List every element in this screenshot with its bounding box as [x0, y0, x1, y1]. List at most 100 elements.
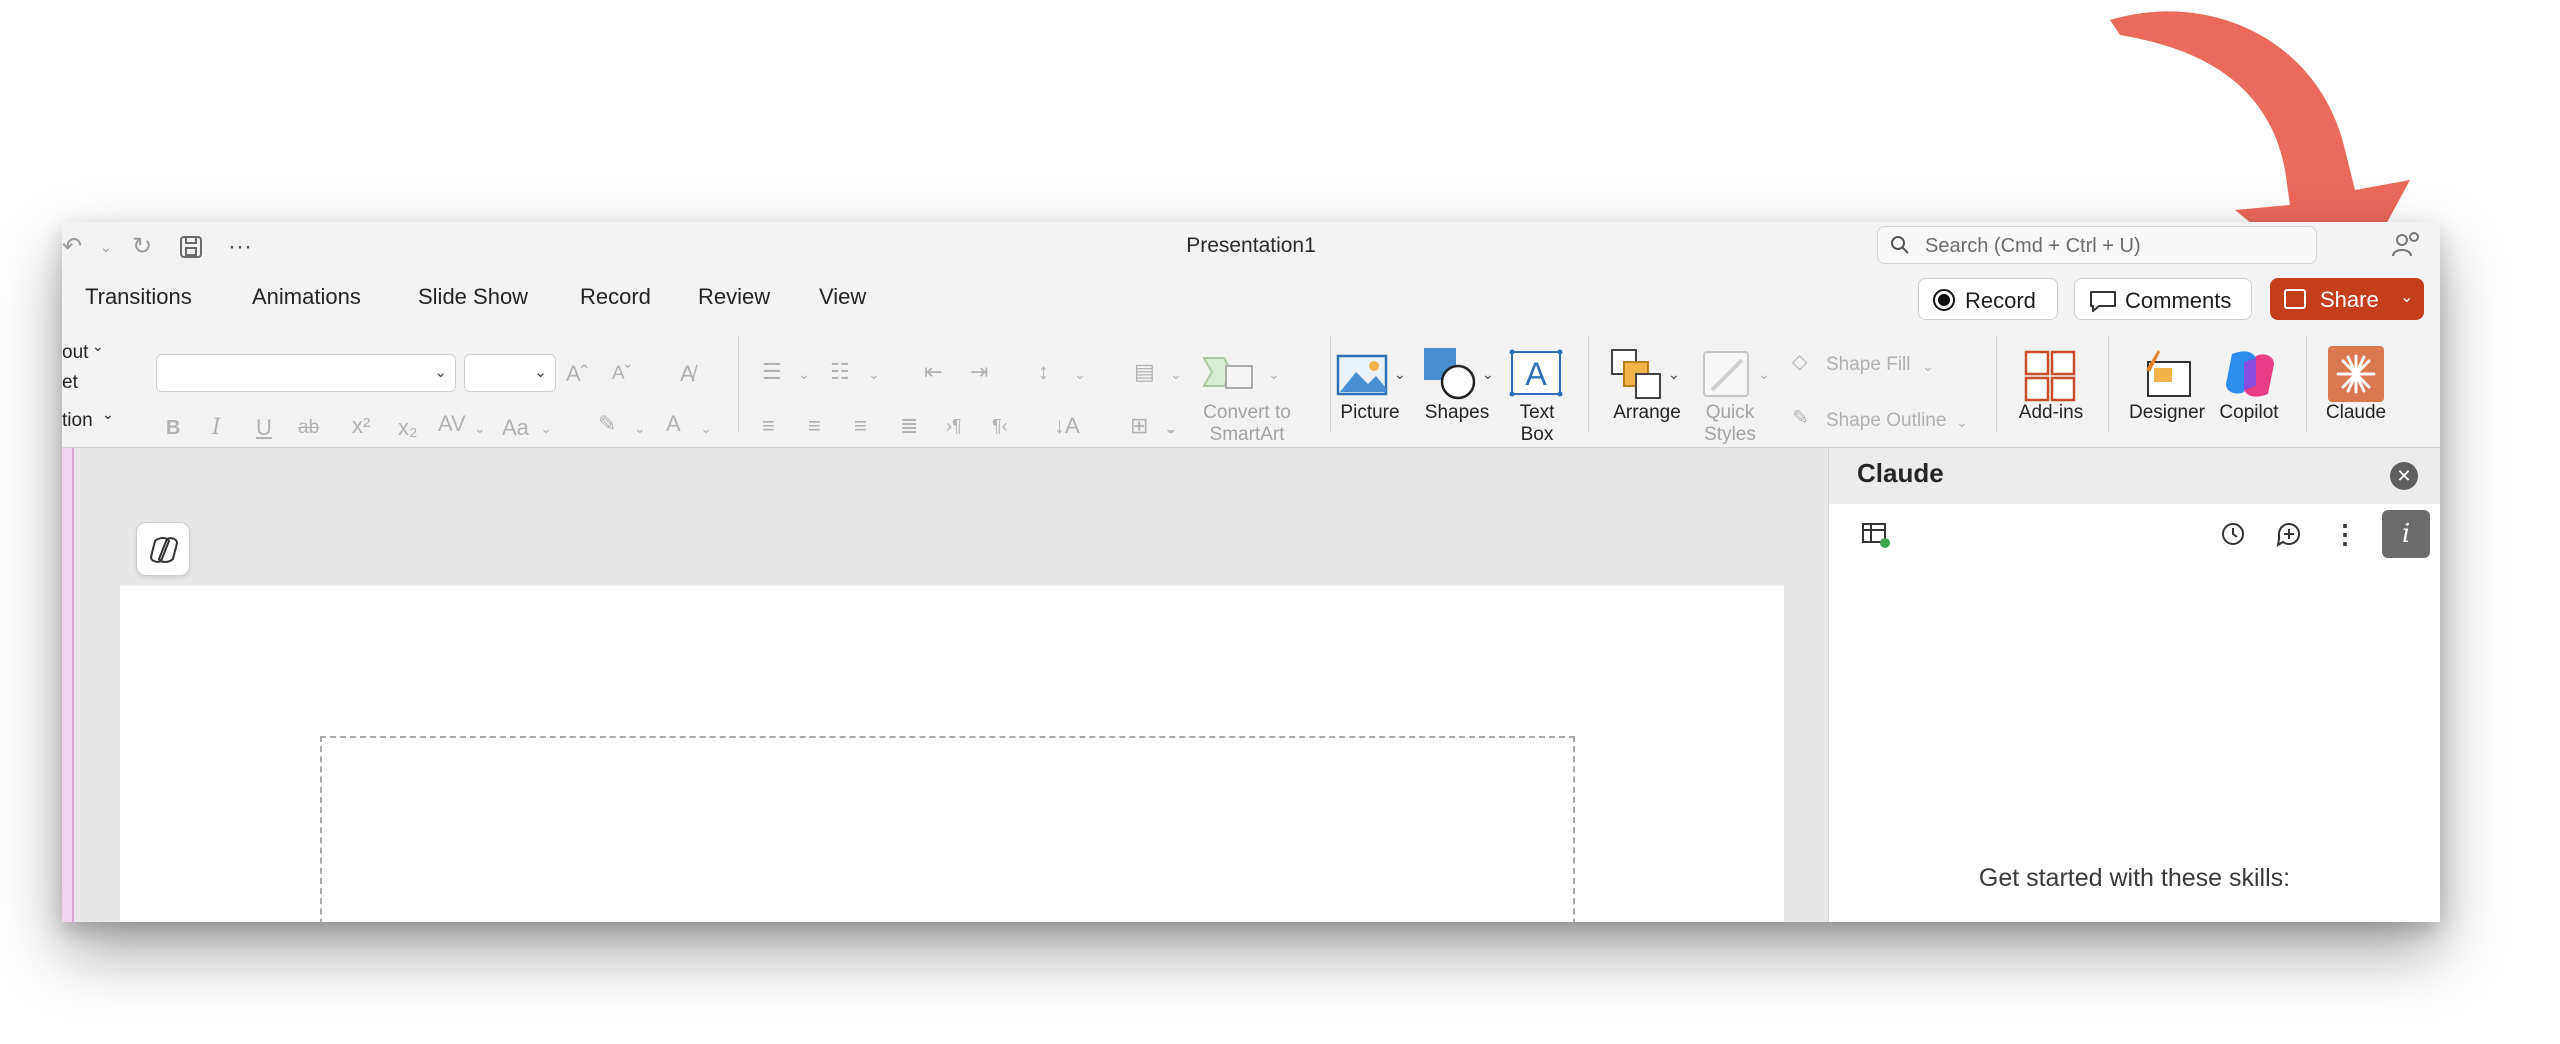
align-text-icon[interactable]: ⊞ — [1130, 412, 1148, 440]
copilot-outline-icon — [149, 537, 179, 563]
sheet-icon[interactable] — [1857, 516, 1893, 552]
comments-button[interactable]: Comments — [2074, 278, 2252, 320]
chevron-down-icon: ⌄ — [1164, 420, 1176, 436]
justify-icon[interactable]: ≣ — [900, 412, 918, 440]
close-icon[interactable]: ✕ — [2390, 462, 2418, 490]
kebab-icon[interactable]: ⋮ — [2327, 516, 2363, 552]
info-icon[interactable]: i — [2382, 510, 2430, 558]
rtl-icon[interactable]: ¶‹ — [992, 412, 1008, 440]
increase-font-size-icon[interactable]: Aˆ — [566, 360, 588, 388]
record-button[interactable]: Record — [1918, 278, 2058, 320]
numbering-icon[interactable]: ☷ — [830, 358, 850, 386]
font-family-select[interactable]: ⌄ — [156, 354, 456, 392]
search-placeholder: Search (Cmd + Ctrl + U) — [1925, 235, 2141, 257]
tab-record[interactable]: Record — [580, 284, 651, 310]
change-case-icon[interactable]: Aa — [502, 414, 529, 442]
section-dropdown[interactable]: tion — [62, 410, 93, 432]
picture-icon[interactable] — [1336, 352, 1390, 398]
convert-smartart-label-1[interactable]: Convert to — [1182, 402, 1312, 424]
chevron-down-icon: ⌄ — [1482, 366, 1494, 382]
decrease-indent-icon[interactable]: ⇤ — [924, 358, 942, 386]
character-spacing-icon[interactable]: AV — [438, 410, 466, 438]
shape-fill-button[interactable]: Shape Fill — [1826, 354, 1911, 376]
ltr-icon[interactable]: ›¶ — [946, 412, 962, 440]
chevron-down-icon: ⌄ — [2400, 289, 2414, 306]
share-button[interactable]: Share ⌄ — [2270, 278, 2424, 320]
shapes-button[interactable]: Shapes — [1412, 402, 1502, 424]
line-spacing-icon[interactable]: ↕ — [1038, 358, 1049, 386]
chevron-down-icon: ⌄ — [1922, 358, 1934, 374]
quick-styles-label-2[interactable]: Styles — [1692, 424, 1768, 446]
people-icon[interactable] — [2390, 228, 2424, 262]
arrange-icon[interactable] — [1610, 348, 1664, 400]
shape-fill-icon[interactable]: ◇ — [1792, 348, 1807, 376]
tab-view[interactable]: View — [819, 284, 866, 310]
quick-styles-label-1[interactable]: Quick — [1692, 402, 1768, 424]
arrange-button[interactable]: Arrange — [1602, 402, 1692, 424]
add-ins-icon[interactable] — [2024, 350, 2078, 402]
smartart-icon[interactable] — [1202, 352, 1254, 396]
add-ins-button[interactable]: Add-ins — [2008, 402, 2094, 424]
tab-slide-show[interactable]: Slide Show — [418, 284, 528, 310]
shapes-icon[interactable] — [1422, 346, 1480, 400]
shape-outline-button[interactable]: Shape Outline — [1826, 410, 1946, 432]
highlight-icon[interactable]: ✎ — [598, 410, 616, 438]
subscript-icon[interactable]: x₂ — [398, 414, 418, 442]
chevron-down-icon: ⌄ — [1394, 366, 1406, 382]
underline-icon[interactable]: U — [256, 414, 272, 442]
chevron-down-icon: ⌄ — [474, 420, 486, 436]
bold-icon[interactable]: B — [166, 414, 180, 442]
copilot-icon[interactable] — [2222, 348, 2278, 400]
chevron-down-icon: ⌄ — [92, 338, 104, 354]
tab-animations[interactable]: Animations — [252, 284, 361, 310]
columns-icon[interactable]: ▤ — [1134, 358, 1155, 386]
pane-header: Claude ✕ — [1829, 448, 2440, 504]
bullets-icon[interactable]: ☰ — [762, 358, 782, 386]
slide-thumbnail-strip[interactable] — [62, 448, 74, 922]
font-color-icon[interactable]: A — [666, 410, 681, 438]
title-placeholder[interactable] — [320, 736, 1575, 922]
copilot-button[interactable]: Copilot — [2206, 402, 2292, 424]
align-center-icon[interactable]: ≡ — [808, 412, 821, 440]
italic-icon[interactable]: I — [212, 414, 221, 442]
decrease-font-size-icon[interactable]: Aˇ — [612, 360, 631, 388]
tab-review[interactable]: Review — [698, 284, 770, 310]
divider — [738, 336, 739, 432]
convert-smartart-label-2[interactable]: SmartArt — [1182, 424, 1312, 446]
tab-transitions[interactable]: Transitions — [85, 284, 192, 310]
claude-icon[interactable] — [2328, 346, 2384, 402]
text-direction-icon[interactable]: ↓A — [1054, 412, 1080, 440]
align-left-icon[interactable]: ≡ — [762, 412, 775, 440]
text-box-icon[interactable]: A — [1508, 348, 1564, 398]
text-box-label-2[interactable]: Box — [1502, 424, 1572, 446]
search-icon — [1891, 236, 1909, 254]
copilot-chip[interactable] — [136, 522, 190, 576]
chevron-down-icon: ⌄ — [798, 366, 810, 382]
layout-dropdown[interactable]: out — [62, 342, 88, 364]
skills-heading: Get started with these skills: — [1978, 864, 2291, 892]
font-size-select[interactable]: ⌄ — [464, 354, 556, 392]
slide[interactable] — [120, 586, 1784, 922]
clear-formatting-icon[interactable]: A̸ — [680, 360, 695, 388]
text-box-label-1[interactable]: Text — [1502, 402, 1572, 424]
superscript-icon[interactable]: x² — [352, 412, 370, 440]
chevron-down-icon: ⌄ — [700, 420, 712, 436]
align-right-icon[interactable]: ≡ — [854, 412, 867, 440]
increase-indent-icon[interactable]: ⇥ — [970, 358, 988, 386]
record-icon — [1933, 289, 1955, 311]
picture-button[interactable]: Picture — [1330, 402, 1410, 424]
quick-styles-icon[interactable] — [1702, 350, 1756, 400]
divider — [1588, 336, 1589, 432]
designer-icon[interactable] — [2140, 348, 2194, 400]
divider — [2306, 336, 2307, 432]
record-button-label: Record — [1965, 288, 2036, 313]
designer-button[interactable]: Designer — [2122, 402, 2212, 424]
claude-ribbon-button[interactable]: Claude — [2316, 402, 2396, 424]
comment-icon — [2090, 291, 2116, 312]
history-icon[interactable] — [2215, 516, 2251, 552]
strikethrough-icon[interactable]: ab — [298, 414, 319, 442]
shape-outline-icon[interactable]: ✎ — [1792, 404, 1809, 432]
search-box[interactable]: Search (Cmd + Ctrl + U) — [1877, 226, 2317, 264]
reset-button[interactable]: et — [62, 372, 78, 394]
new-chat-icon[interactable] — [2271, 516, 2307, 552]
